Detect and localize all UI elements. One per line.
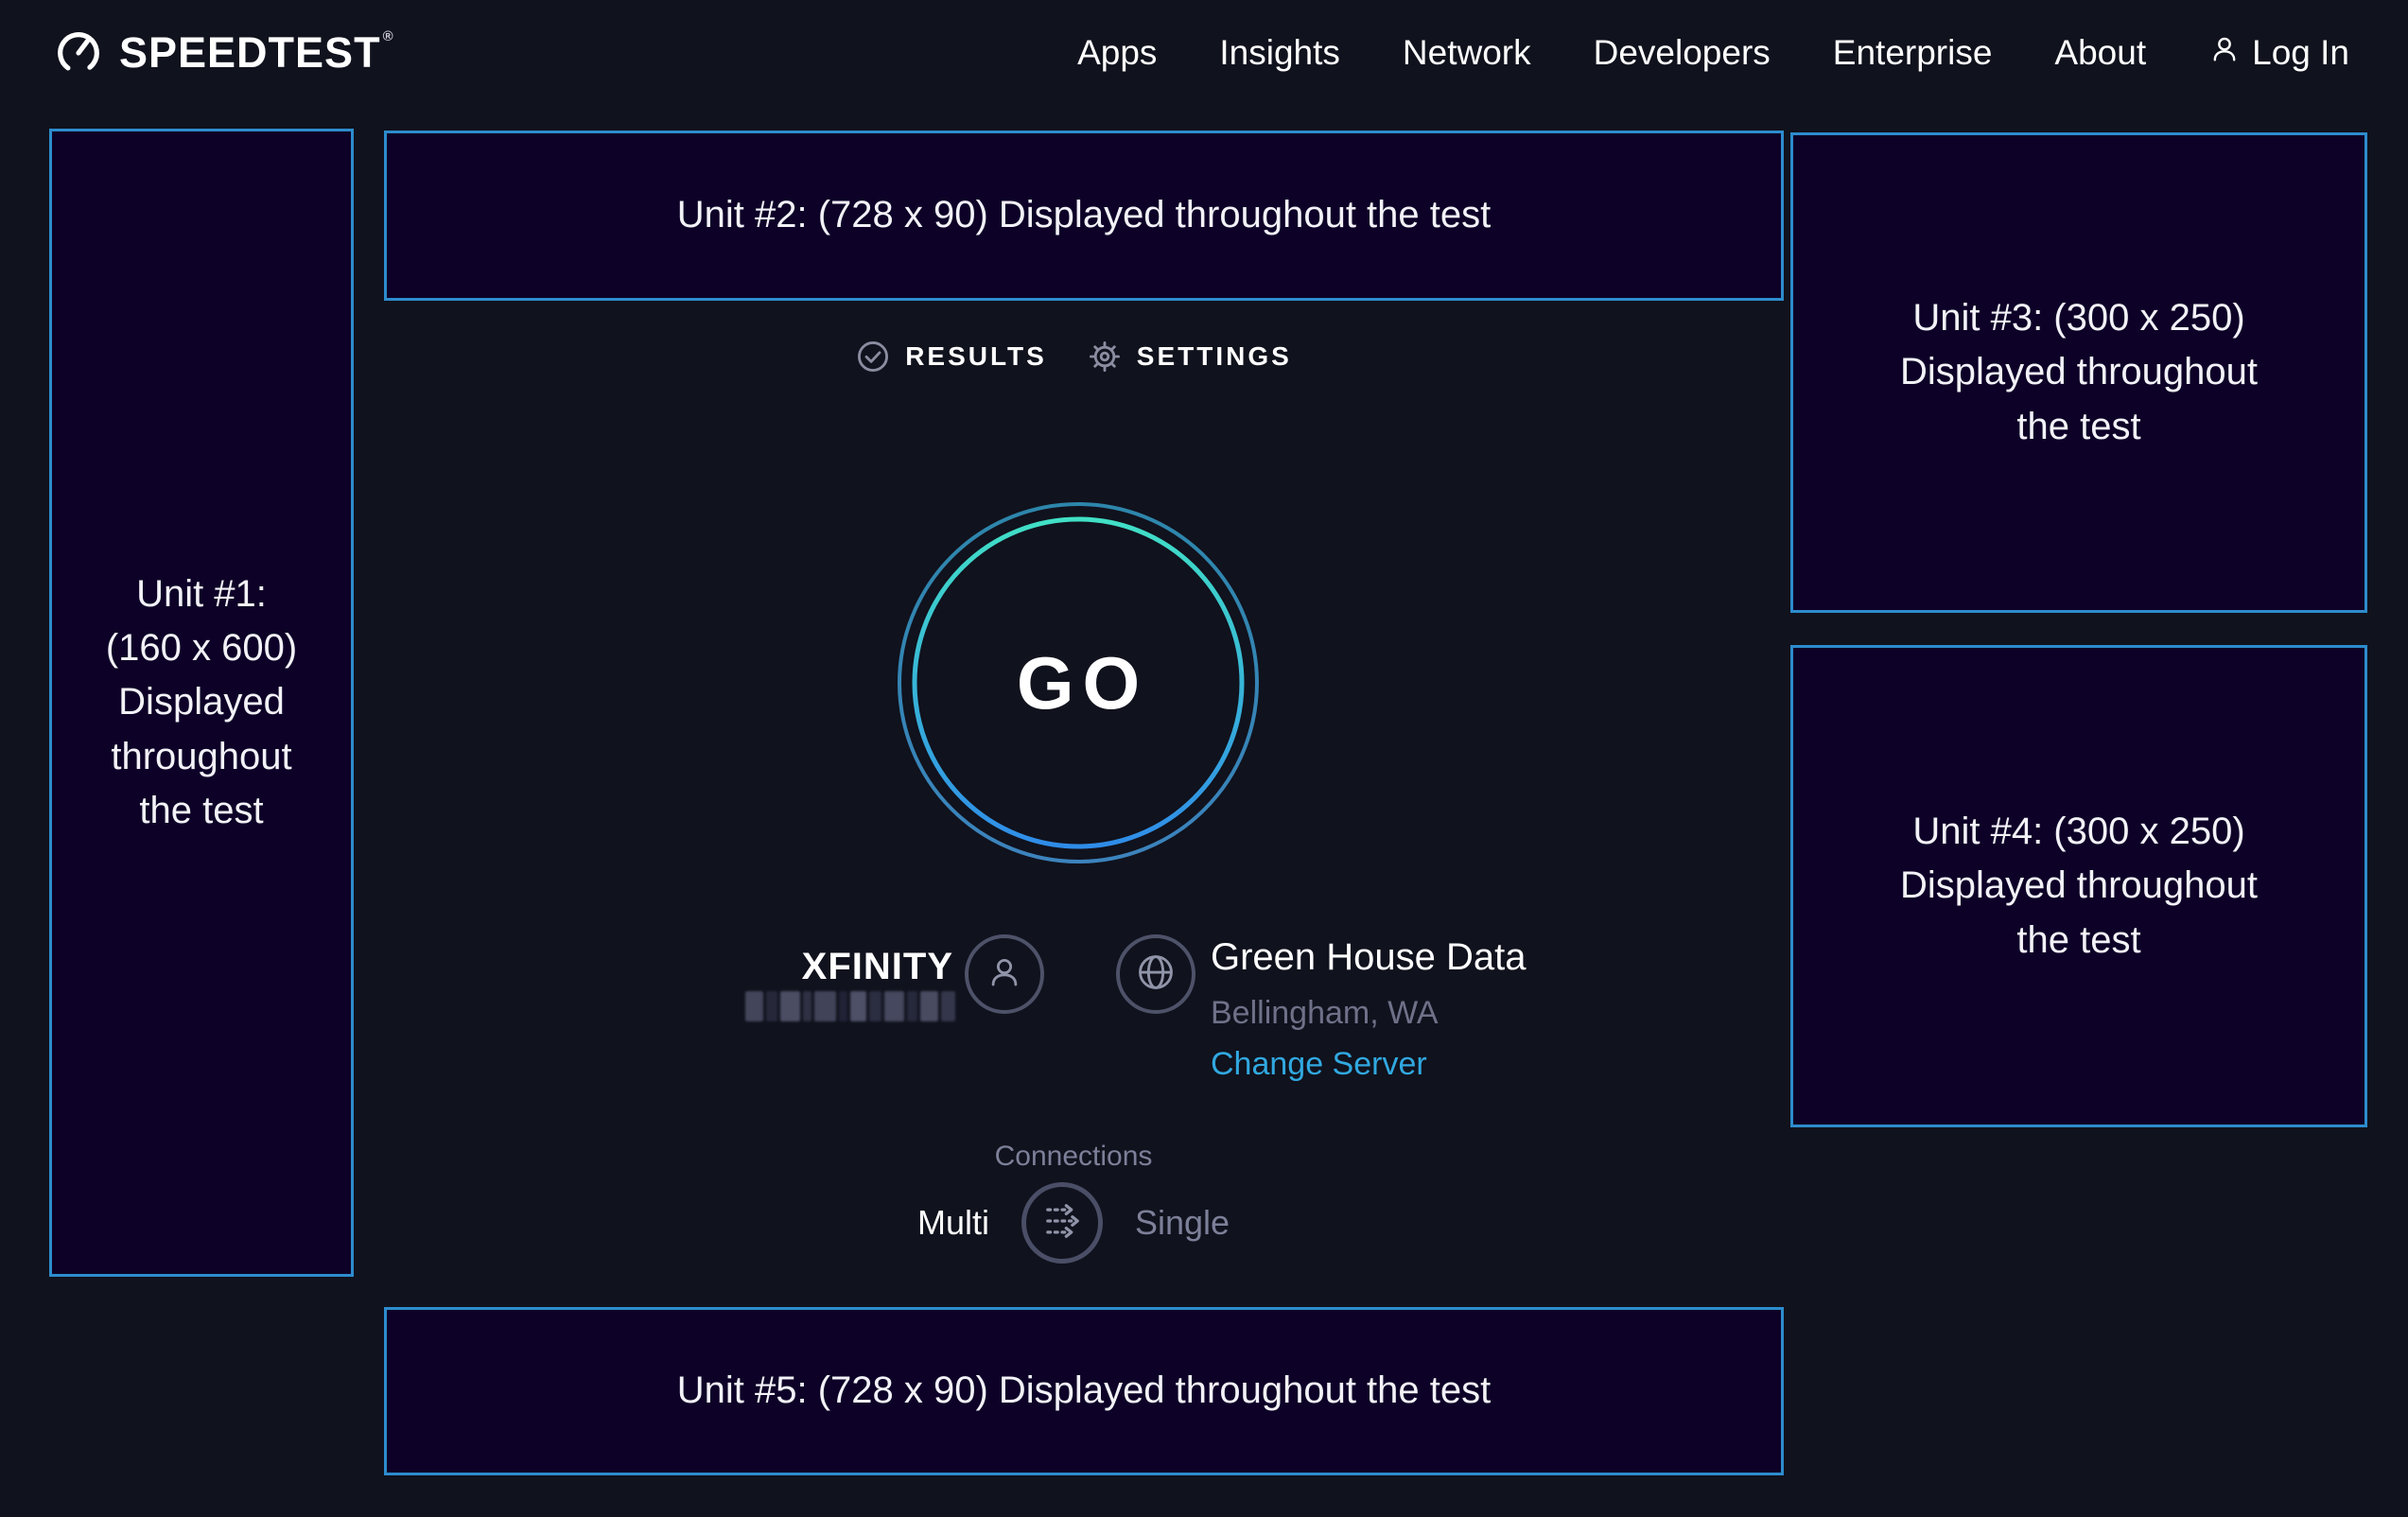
ad-text-line: Displayed throughout [1900, 859, 2258, 913]
gear-icon [1087, 339, 1123, 375]
censored-ip-address [745, 991, 955, 1021]
ad-text-line: Displayed [118, 675, 285, 729]
connections-label: Connections [357, 1141, 1790, 1173]
ad-text-line: Unit #2: (728 x 90) Displayed throughout… [677, 188, 1492, 242]
nav-item-enterprise[interactable]: Enterprise [1833, 33, 1993, 73]
ad-text-line: Unit #3: (300 x 250) [1912, 291, 2244, 345]
tab-settings-label: SETTINGS [1137, 341, 1292, 372]
connections-single-option[interactable]: Single [1135, 1203, 1230, 1243]
ad-unit-1-skyscraper[interactable]: Unit #1: (160 x 600) Displayed throughou… [49, 129, 354, 1277]
ad-text-line: Displayed throughout [1900, 345, 2258, 399]
speedometer-icon [53, 27, 104, 78]
ad-unit-3-rectangle[interactable]: Unit #3: (300 x 250) Displayed throughou… [1790, 132, 2367, 613]
ad-text-line: (160 x 600) [106, 621, 297, 675]
server-location: Bellingham, WA [1211, 995, 1439, 1032]
connections-multi-option[interactable]: Multi [917, 1203, 989, 1243]
ad-text-line: Unit #1: [136, 567, 267, 621]
tab-results[interactable]: RESULTS [855, 339, 1047, 375]
brand-name: SPEEDTEST® [119, 28, 394, 78]
ad-unit-2-leaderboard[interactable]: Unit #2: (728 x 90) Displayed throughout… [384, 131, 1784, 301]
server-globe-badge [1116, 934, 1195, 1014]
trademark-mark: ® [383, 28, 394, 44]
isp-name: XFINITY [662, 946, 953, 988]
go-button-label: GO [897, 501, 1260, 864]
ad-text-line: the test [2016, 400, 2140, 454]
connections-toggle-button[interactable] [1021, 1182, 1103, 1264]
user-icon [2208, 33, 2241, 74]
nav-item-about[interactable]: About [2054, 33, 2146, 73]
nav-item-network[interactable]: Network [1403, 33, 1531, 73]
nav-item-insights[interactable]: Insights [1219, 33, 1340, 73]
tab-settings[interactable]: SETTINGS [1087, 339, 1292, 375]
go-button[interactable]: GO [897, 501, 1260, 864]
isp-user-button[interactable] [965, 934, 1044, 1014]
ad-text-line: Unit #4: (300 x 250) [1912, 805, 2244, 859]
multi-connection-arrows-icon [1038, 1196, 1087, 1250]
tab-results-label: RESULTS [905, 341, 1047, 372]
globe-icon [1134, 950, 1178, 999]
nav-item-developers[interactable]: Developers [1594, 33, 1771, 73]
server-name: Green House Data [1211, 936, 1527, 979]
speedtest-logo[interactable]: SPEEDTEST® [53, 27, 394, 78]
change-server-link[interactable]: Change Server [1211, 1046, 1427, 1083]
login-button[interactable]: Log In [2208, 33, 2349, 74]
connections-toggle-row: Multi Single [357, 1182, 1790, 1264]
ad-text-line: the test [139, 784, 263, 838]
ad-text-line: Unit #5: (728 x 90) Displayed throughout… [677, 1364, 1492, 1418]
ad-text-line: throughout [111, 730, 291, 784]
ad-unit-4-rectangle[interactable]: Unit #4: (300 x 250) Displayed throughou… [1790, 645, 2367, 1127]
top-nav-bar: SPEEDTEST® Apps Insights Network Develop… [0, 0, 2408, 106]
nav-item-apps[interactable]: Apps [1077, 33, 1157, 73]
check-circle-icon [855, 339, 891, 375]
login-label: Log In [2252, 33, 2349, 73]
ad-unit-5-leaderboard[interactable]: Unit #5: (728 x 90) Displayed throughout… [384, 1307, 1784, 1475]
user-icon [985, 952, 1024, 997]
ad-text-line: the test [2016, 914, 2140, 968]
main-nav: Apps Insights Network Developers Enterpr… [1015, 33, 2349, 74]
view-tabs: RESULTS SETTINGS [357, 339, 1790, 375]
